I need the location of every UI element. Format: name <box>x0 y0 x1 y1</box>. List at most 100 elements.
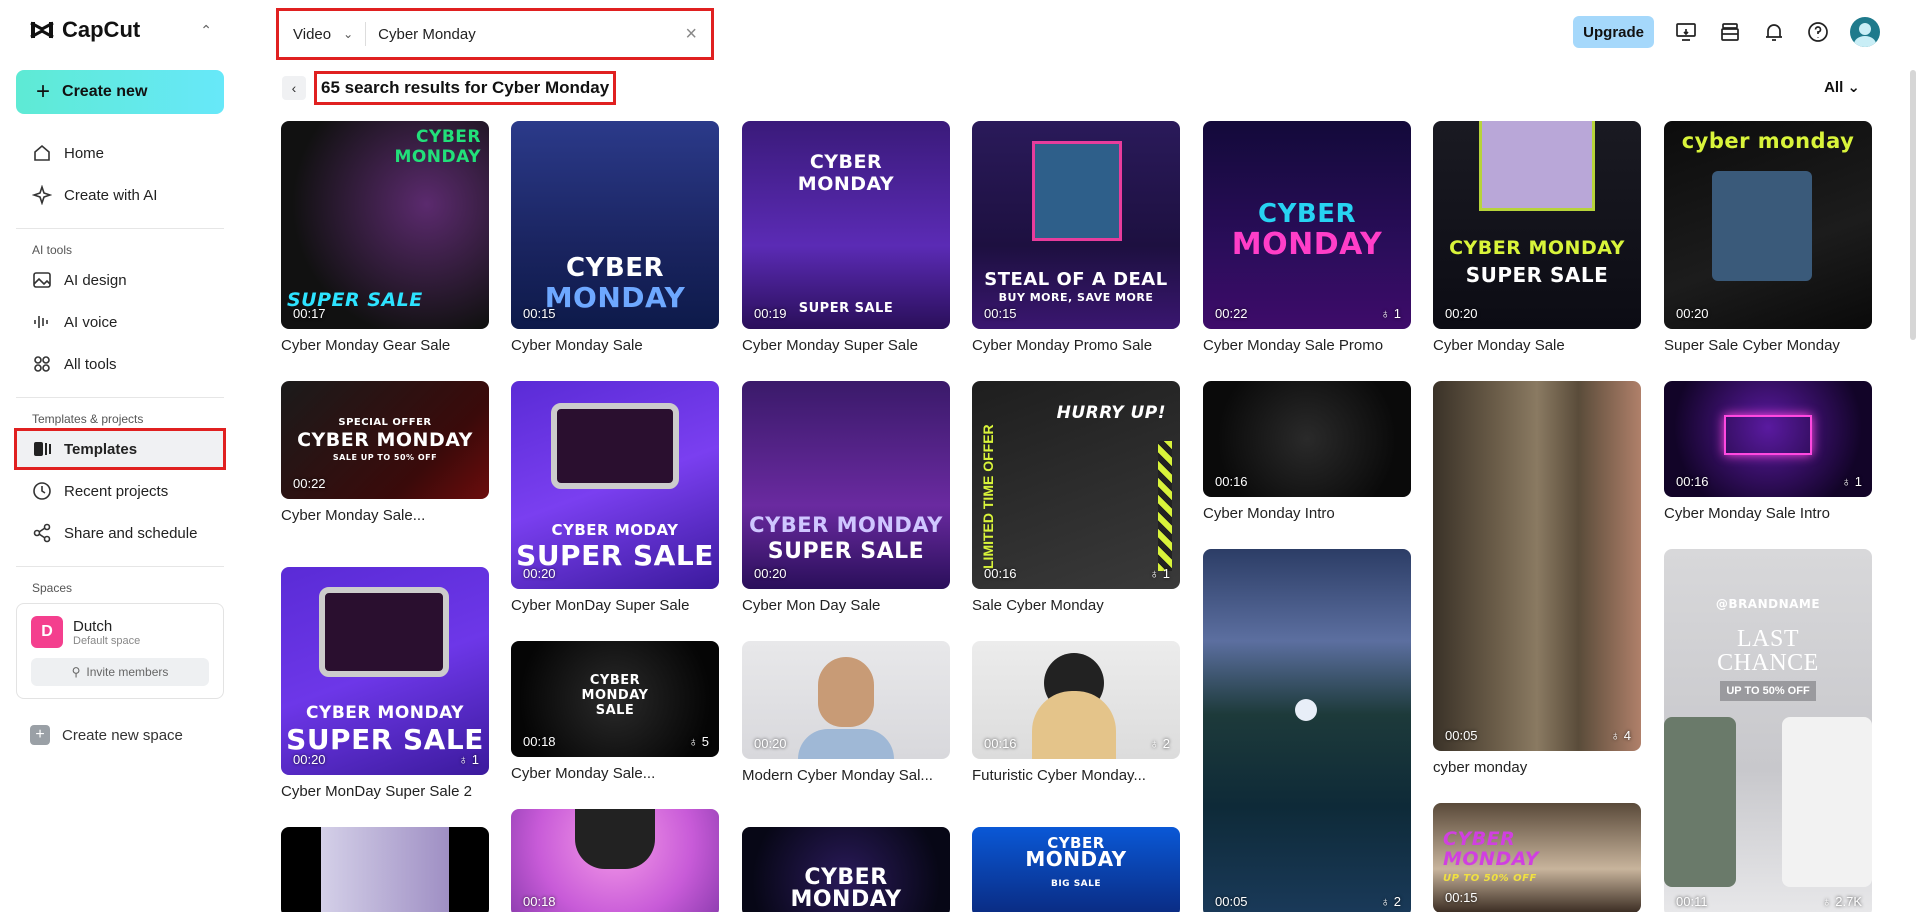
close-icon[interactable]: × <box>685 23 697 46</box>
template-card[interactable]: 00:18 <box>511 809 719 912</box>
thumb-text: MONDAY <box>581 688 649 703</box>
card-title[interactable]: Cyber MonDay Super Sale <box>511 597 719 614</box>
template-card[interactable] <box>281 827 489 912</box>
template-thumbnail[interactable]: CYBER MODAY SUPER SALE 00:20 <box>511 381 719 589</box>
template-thumbnail[interactable]: HURRY UP! LIMITED TIME OFFER 00:16 ♁ 1 <box>972 381 1180 589</box>
share-icon <box>33 523 51 543</box>
template-card[interactable]: HURRY UP! LIMITED TIME OFFER 00:16 ♁ 1 S… <box>972 381 1180 614</box>
card-title[interactable]: Cyber Monday Promo Sale <box>972 337 1180 354</box>
sidebar-item-all-tools[interactable]: All tools <box>16 345 224 383</box>
sidebar-item-ai-design[interactable]: AI design <box>16 261 224 299</box>
template-card[interactable]: CYBER MONDAY SUPER SALE 00:20 Cyber Mond… <box>1433 121 1641 354</box>
template-thumbnail[interactable]: 00:18 <box>511 809 719 912</box>
card-title[interactable]: cyber monday <box>1433 759 1641 776</box>
template-thumbnail[interactable]: CYBER MONDAY <box>742 827 950 912</box>
template-card[interactable]: 00:16 ♁ 1 Cyber Monday Sale Intro <box>1664 381 1872 522</box>
template-card[interactable]: CYBER MONDAY 00:22 ♁ 1 Cyber Monday Sale… <box>1203 121 1411 354</box>
template-thumbnail[interactable]: CYBER MONDAY 00:15 <box>511 121 719 329</box>
likes-value: 1 <box>1393 306 1401 321</box>
card-title[interactable]: Super Sale Cyber Monday <box>1664 337 1872 354</box>
card-title[interactable]: Cyber Monday Sale Intro <box>1664 505 1872 522</box>
template-thumbnail[interactable]: CYBER MONDAY 00:22 ♁ 1 <box>1203 121 1411 329</box>
sidebar-item-home[interactable]: Home <box>16 134 224 172</box>
sidebar-item-share-schedule[interactable]: Share and schedule <box>16 514 224 552</box>
template-thumbnail[interactable]: 00:20 <box>742 641 950 759</box>
card-title[interactable]: Cyber Monday Intro <box>1203 505 1411 522</box>
template-thumbnail[interactable]: 00:16 ♁ 1 <box>1664 381 1872 497</box>
scrollbar[interactable] <box>1910 70 1916 340</box>
card-title[interactable]: Cyber Monday Sale Promo <box>1203 337 1411 354</box>
template-card[interactable]: CYBER MONDAY SUPER SALE 00:17 Cyber Monda… <box>281 121 489 354</box>
template-thumbnail[interactable]: CYBER MONDAY UP TO 50% OFF 00:15 <box>1433 803 1641 912</box>
thumb-graphic <box>1724 415 1812 455</box>
card-title[interactable]: Cyber Monday Sale <box>511 337 719 354</box>
create-new-button[interactable]: + Create new <box>16 70 224 114</box>
template-thumbnail[interactable]: cyber monday 00:20 <box>1664 121 1872 329</box>
template-card[interactable]: CYBER MONDAY SUPER SALE 00:19 Cyber Monda… <box>742 121 950 354</box>
create-new-space-button[interactable]: + Create new space <box>16 715 224 755</box>
card-title[interactable]: Cyber Monday Sale... <box>281 507 489 524</box>
template-thumbnail[interactable]: CYBER MONDAY SALE 00:18 ♁ 5 <box>511 641 719 757</box>
sidebar-item-templates[interactable]: Templates <box>14 428 226 470</box>
template-card[interactable]: 00:16 Cyber Monday Intro <box>1203 381 1411 522</box>
template-card[interactable]: cyber monday 00:20 Super Sale Cyber Mond… <box>1664 121 1872 354</box>
card-title[interactable]: Cyber Monday Sale... <box>511 765 719 782</box>
inbox-stack-icon[interactable] <box>1718 20 1742 44</box>
template-thumbnail[interactable]: 00:05 ♁ 2 <box>1203 549 1411 912</box>
template-thumbnail[interactable]: CYBER MONDAY SUPER SALE 00:20 ♁ 1 <box>281 567 489 775</box>
template-card[interactable]: @BRANDNAME LAST CHANCE UP TO 50% OFF 00:1… <box>1664 549 1872 912</box>
card-title[interactable]: Modern Cyber Monday Sal... <box>742 767 950 784</box>
template-card[interactable]: CYBER MONDAY UP TO 50% OFF 00:15 <box>1433 803 1641 912</box>
template-card[interactable]: STEAL OF A DEAL BUY MORE, SAVE MORE 00:1… <box>972 121 1180 354</box>
chevron-updown-icon[interactable]: ⌃ <box>200 22 212 39</box>
help-icon[interactable] <box>1806 20 1830 44</box>
template-card[interactable]: 00:16 ♁ 2 Futuristic Cyber Monday... <box>972 641 1180 784</box>
search-input[interactable]: Cyber Monday <box>366 26 685 43</box>
template-card[interactable]: CYBER MODAY SUPER SALE 00:20 Cyber MonDa… <box>511 381 719 614</box>
bell-icon[interactable] <box>1762 20 1786 44</box>
card-title[interactable]: Cyber Mon Day Sale <box>742 597 950 614</box>
template-card[interactable]: CYBER MONDAY SUPER SALE 00:20 ♁ 1 Cyber … <box>281 567 489 800</box>
template-card[interactable]: SPECIAL OFFER CYBER MONDAY SALE UP TO 50… <box>281 381 489 524</box>
sidebar-item-ai-voice[interactable]: AI voice <box>16 303 224 341</box>
template-thumbnail[interactable]: 00:16 ♁ 2 <box>972 641 1180 759</box>
search-type-dropdown[interactable]: Video ⌄ <box>293 22 367 46</box>
desktop-download-icon[interactable] <box>1674 20 1698 44</box>
template-thumbnail[interactable] <box>281 827 489 912</box>
template-thumbnail[interactable]: @BRANDNAME LAST CHANCE UP TO 50% OFF 00:1… <box>1664 549 1872 912</box>
space-card[interactable]: D Dutch Default space ⚲ Invite members <box>16 603 224 699</box>
card-title[interactable]: Sale Cyber Monday <box>972 597 1180 614</box>
template-thumbnail[interactable]: CYBER MONDAY SUPER SALE 00:19 <box>742 121 950 329</box>
template-thumbnail[interactable]: CYBER MONDAY SUPER SALE 00:20 <box>1433 121 1641 329</box>
card-title[interactable]: Cyber Monday Gear Sale <box>281 337 489 354</box>
template-thumbnail[interactable]: CYBER MONDAY BIG SALE <box>972 827 1180 912</box>
upgrade-button[interactable]: Upgrade <box>1573 16 1654 48</box>
template-card[interactable]: CYBER MONDAY SALE 00:18 ♁ 5 Cyber Monday S… <box>511 641 719 782</box>
template-thumbnail[interactable]: SPECIAL OFFER CYBER MONDAY SALE UP TO 50… <box>281 381 489 499</box>
template-card[interactable]: CYBER MONDAY 00:15 Cyber Monday Sale <box>511 121 719 354</box>
template-card[interactable]: 00:05 ♁ 2 <box>1203 549 1411 912</box>
sidebar-item-create-with-ai[interactable]: Create with AI <box>16 176 224 214</box>
template-thumbnail[interactable]: STEAL OF A DEAL BUY MORE, SAVE MORE 00:1… <box>972 121 1180 329</box>
template-card[interactable]: CYBER MONDAY <box>742 827 950 912</box>
card-title[interactable]: Cyber Monday Sale <box>1433 337 1641 354</box>
thumb-graphic <box>1712 171 1812 281</box>
grid-icon <box>34 356 50 372</box>
card-title[interactable]: Cyber MonDay Super Sale 2 <box>281 783 489 800</box>
invite-members-button[interactable]: ⚲ Invite members <box>31 658 209 686</box>
card-title[interactable]: Cyber Monday Super Sale <box>742 337 950 354</box>
capcut-logo[interactable]: CapCut <box>28 16 140 44</box>
template-card[interactable]: 00:05 ♁ 4 cyber monday <box>1433 381 1641 776</box>
sidebar-item-recent-projects[interactable]: Recent projects <box>16 472 224 510</box>
template-thumbnail[interactable]: 00:16 <box>1203 381 1411 497</box>
template-card[interactable]: CYBER MONDAY BIG SALE <box>972 827 1180 912</box>
avatar[interactable] <box>1850 17 1880 47</box>
template-card[interactable]: 00:20 Modern Cyber Monday Sal... <box>742 641 950 784</box>
template-thumbnail[interactable]: CYBER MONDAY SUPER SALE 00:20 <box>742 381 950 589</box>
template-thumbnail[interactable]: CYBER MONDAY SUPER SALE 00:17 <box>281 121 489 329</box>
template-card[interactable]: CYBER MONDAY SUPER SALE 00:20 Cyber Mon … <box>742 381 950 614</box>
filter-dropdown[interactable]: All ⌄ <box>1824 78 1860 96</box>
template-thumbnail[interactable]: 00:05 ♁ 4 <box>1433 381 1641 751</box>
card-title[interactable]: Futuristic Cyber Monday... <box>972 767 1180 784</box>
back-button[interactable]: ‹ <box>282 76 306 100</box>
